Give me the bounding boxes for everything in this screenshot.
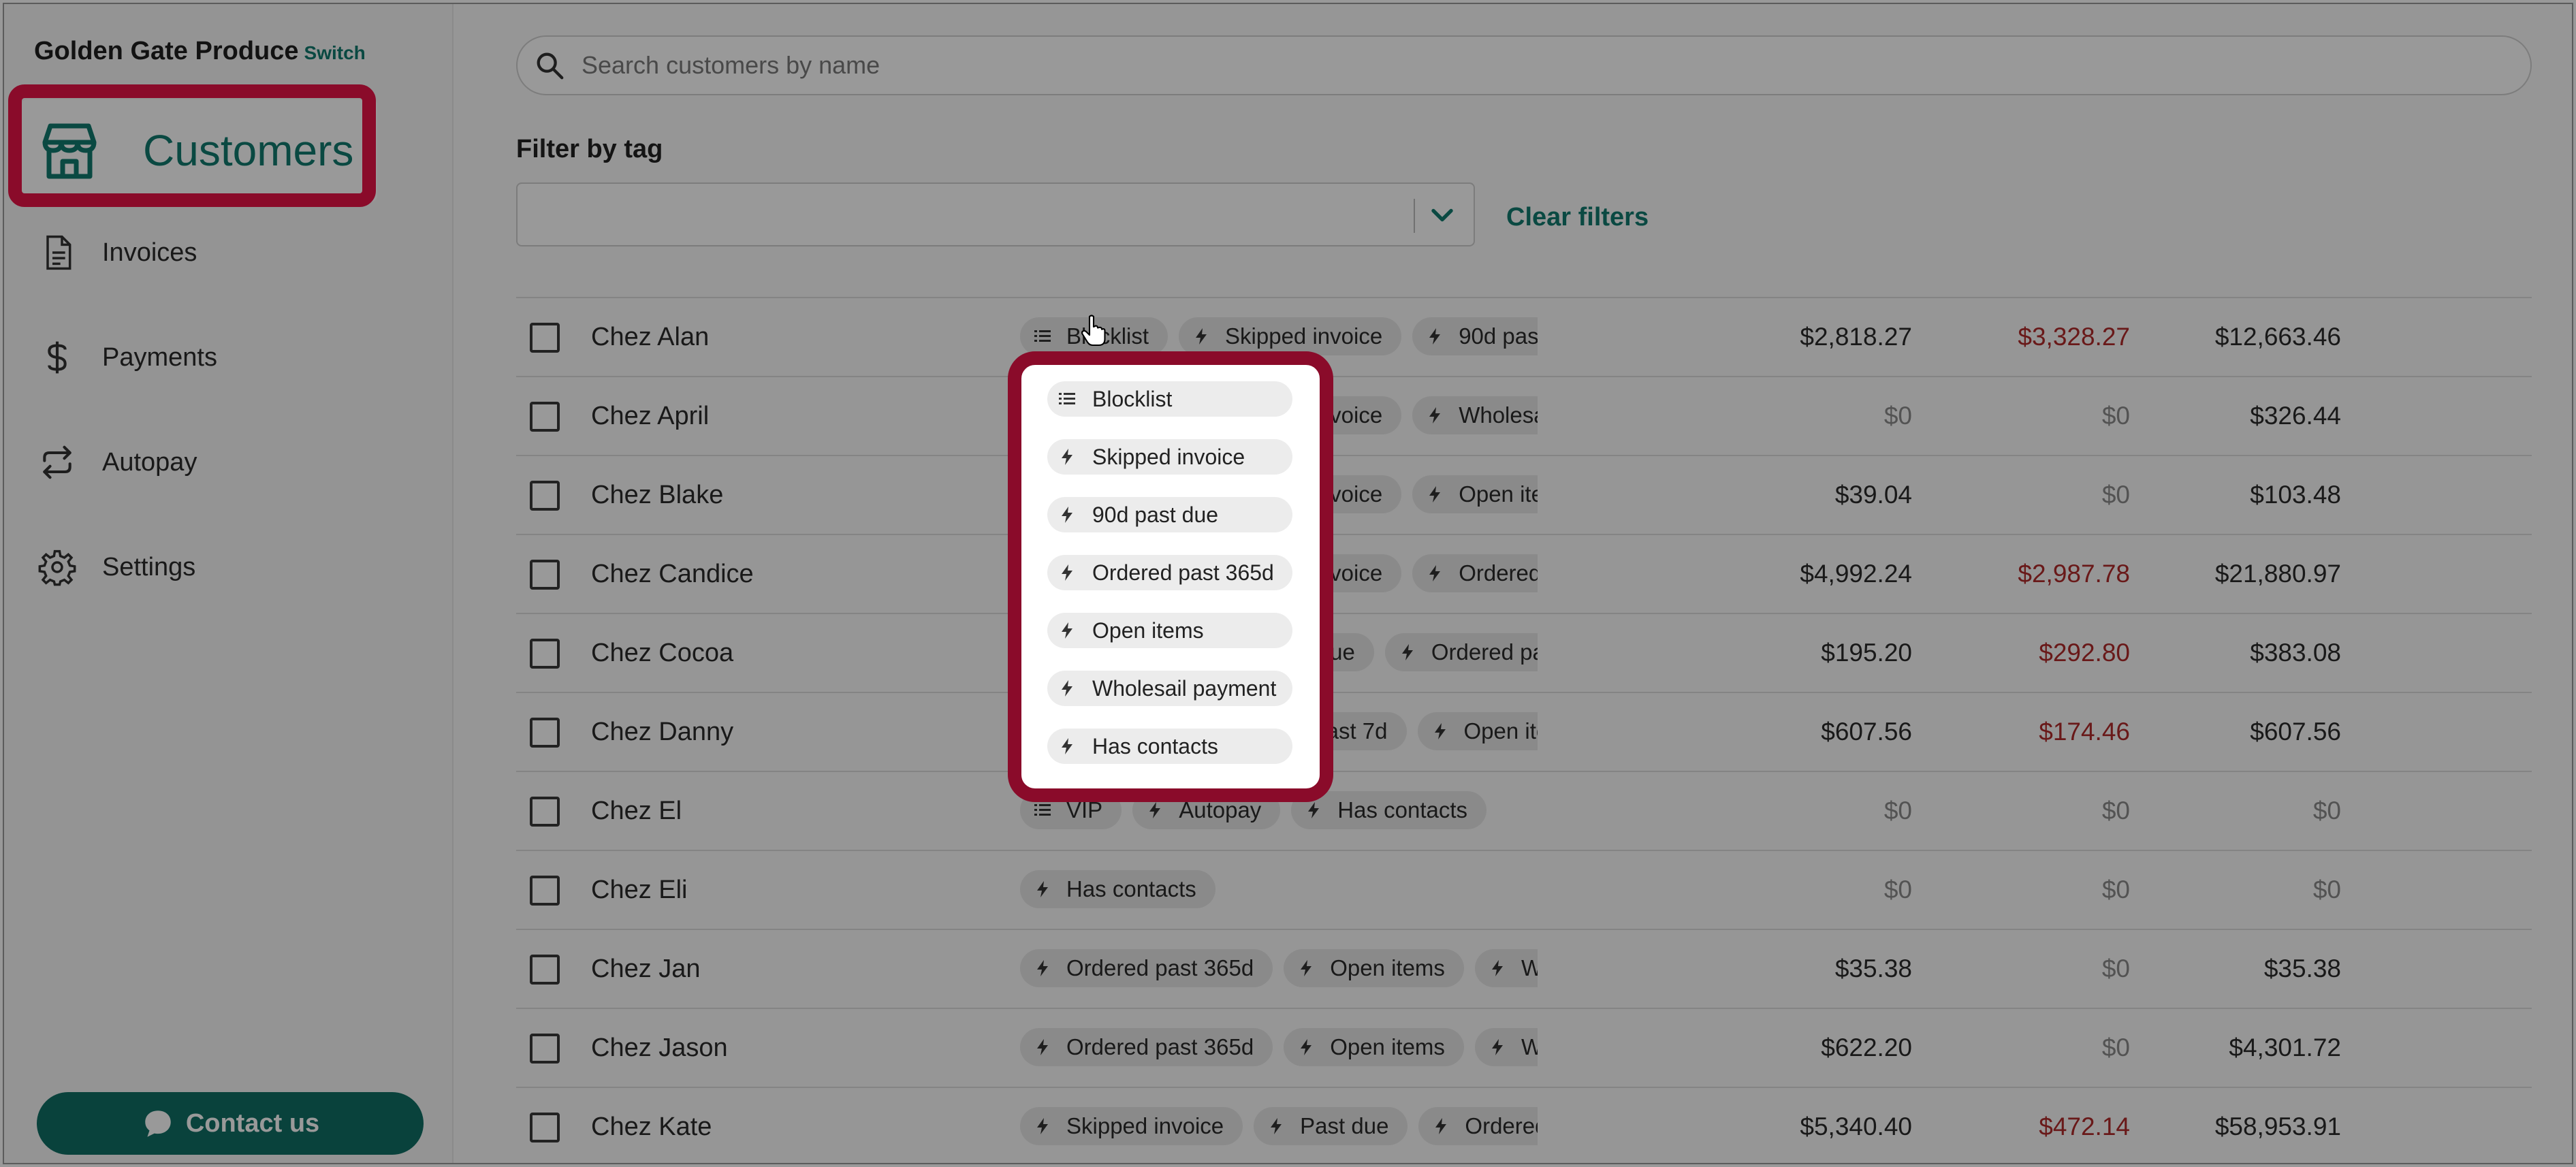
tag-chip[interactable]: Wholesail payment bbox=[1047, 671, 1292, 706]
tag-label: Wholesail payment bbox=[1092, 675, 1277, 701]
tag-label: Blocklist bbox=[1092, 386, 1173, 411]
tags-popup: Blocklist Skipped invoice 90d past due Orde… bbox=[1008, 351, 1333, 802]
bolt-icon bbox=[1062, 507, 1072, 523]
tag-chip[interactable]: Open items bbox=[1047, 613, 1292, 648]
tag-label: Ordered past 365d bbox=[1092, 560, 1274, 585]
list-icon bbox=[1059, 393, 1075, 404]
tag-label: Open items bbox=[1092, 618, 1204, 643]
tag-chip[interactable]: Blocklist bbox=[1047, 381, 1292, 417]
tag-label: Skipped invoice bbox=[1092, 444, 1245, 469]
bolt-icon bbox=[1062, 622, 1072, 639]
tag-label: Has contacts bbox=[1092, 733, 1218, 758]
bolt-icon bbox=[1062, 564, 1072, 581]
tag-chip[interactable]: 90d past due bbox=[1047, 497, 1292, 532]
bolt-icon bbox=[1062, 680, 1072, 697]
tag-chip[interactable]: Ordered past 365d bbox=[1047, 555, 1292, 590]
customers-highlight bbox=[8, 84, 376, 207]
tag-label: 90d past due bbox=[1092, 502, 1219, 527]
tag-chip[interactable]: Skipped invoice bbox=[1047, 439, 1292, 475]
hand-cursor-icon bbox=[1081, 315, 1106, 347]
tag-chip[interactable]: Has contacts bbox=[1047, 729, 1292, 764]
bolt-icon bbox=[1062, 738, 1072, 754]
bolt-icon bbox=[1062, 449, 1072, 465]
